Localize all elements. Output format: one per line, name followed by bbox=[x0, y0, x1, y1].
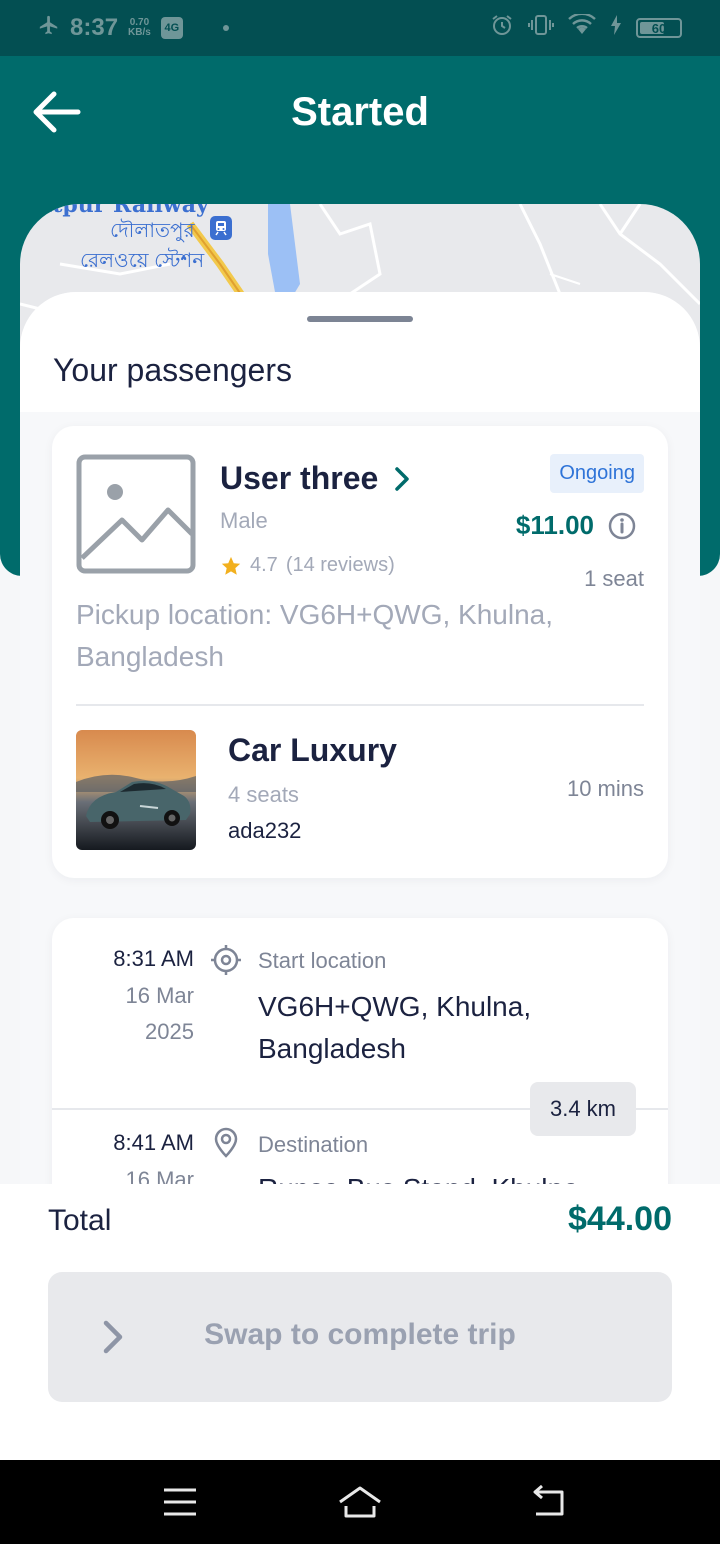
start-label: Start location bbox=[258, 948, 387, 973]
status-bar: 8:37 0.70 KB/s 4G 60 bbox=[0, 0, 720, 56]
swipe-label: Swap to complete trip bbox=[204, 1318, 516, 1351]
notification-dot bbox=[222, 25, 229, 31]
passenger-gender: Male bbox=[220, 508, 268, 533]
map-label-bengali-2: রেলওয়ে স্টেশন bbox=[80, 250, 205, 272]
rating-value: 4.7 bbox=[250, 554, 278, 576]
seat-count: 1 seat bbox=[584, 566, 644, 591]
train-station-icon bbox=[210, 216, 232, 240]
fare-amount: $11.00 bbox=[515, 510, 594, 540]
passenger-name: User three bbox=[220, 460, 379, 496]
passenger-name-link[interactable]: User three bbox=[220, 460, 410, 497]
passenger-sheet: Your passengers User three Male 4.7 (14 … bbox=[20, 292, 700, 1192]
fare: $11.00 bbox=[516, 510, 636, 541]
network-speed: 0.70 KB/s bbox=[128, 18, 151, 38]
chevron-right-icon bbox=[395, 466, 410, 491]
image-placeholder-icon bbox=[76, 454, 196, 574]
pickup-location: Pickup location: VG6H+QWG, Khulna, Bangl… bbox=[76, 599, 553, 672]
passenger-rating: 4.7 (14 reviews) bbox=[220, 554, 395, 577]
drag-handle[interactable] bbox=[307, 316, 413, 322]
crosshair-icon bbox=[211, 945, 241, 975]
car-eta: 10 mins bbox=[566, 776, 644, 801]
network-type-label: 4G bbox=[164, 22, 180, 34]
network-type-icon: 4G bbox=[160, 17, 183, 39]
section-title: Your passengers bbox=[53, 352, 292, 388]
swipe-to-complete-button[interactable]: Swap to complete trip bbox=[48, 1272, 672, 1402]
back-nav-icon[interactable] bbox=[524, 1480, 572, 1524]
star-icon bbox=[221, 556, 241, 575]
start-time: 8:31 AM bbox=[113, 946, 194, 971]
total-label: Total bbox=[48, 1204, 112, 1237]
page-title: Started bbox=[291, 90, 429, 134]
map-label-bengali-1: দৌলাতপুর bbox=[110, 220, 195, 242]
charging-icon bbox=[610, 14, 622, 43]
car-plate: ada232 bbox=[228, 818, 302, 843]
info-icon[interactable] bbox=[608, 512, 636, 540]
car-name: Car Luxury bbox=[228, 732, 397, 768]
system-navigation-bar bbox=[0, 1460, 720, 1544]
menu-icon[interactable] bbox=[156, 1480, 204, 1524]
trip-route-card: 8:31 AM 16 Mar 2025 Start location VG6H+… bbox=[52, 918, 668, 1192]
passenger-card[interactable]: User three Male 4.7 (14 reviews) Ongoing… bbox=[52, 426, 668, 878]
car-seats: 4 seats bbox=[228, 782, 299, 807]
airplane-mode-icon bbox=[38, 14, 60, 43]
start-address: VG6H+QWG, Khulna, Bangladesh bbox=[258, 991, 532, 1064]
review-count: (14 reviews) bbox=[285, 554, 395, 576]
destination-label: Destination bbox=[258, 1132, 369, 1157]
footer: Total $44.00 Swap to complete trip bbox=[0, 1184, 720, 1460]
network-speed-unit: KB/s bbox=[128, 27, 151, 38]
car-photo bbox=[76, 730, 196, 850]
location-pin-icon bbox=[214, 1127, 238, 1158]
battery-icon: 60 bbox=[636, 18, 682, 38]
vibrate-icon bbox=[528, 13, 554, 44]
clock: 8:37 bbox=[70, 14, 119, 41]
distance-badge: 3.4 km bbox=[529, 1082, 636, 1136]
alarm-icon bbox=[490, 13, 514, 44]
destination-time: 8:41 AM bbox=[113, 1130, 194, 1155]
start-date: 16 Mar 2025 bbox=[125, 983, 194, 1044]
battery-level: 60 bbox=[651, 20, 667, 36]
total-amount: $44.00 bbox=[568, 1200, 672, 1238]
home-icon[interactable] bbox=[336, 1480, 384, 1524]
divider bbox=[76, 704, 644, 706]
wifi-icon bbox=[568, 12, 596, 43]
status-badge: Ongoing bbox=[550, 454, 644, 493]
